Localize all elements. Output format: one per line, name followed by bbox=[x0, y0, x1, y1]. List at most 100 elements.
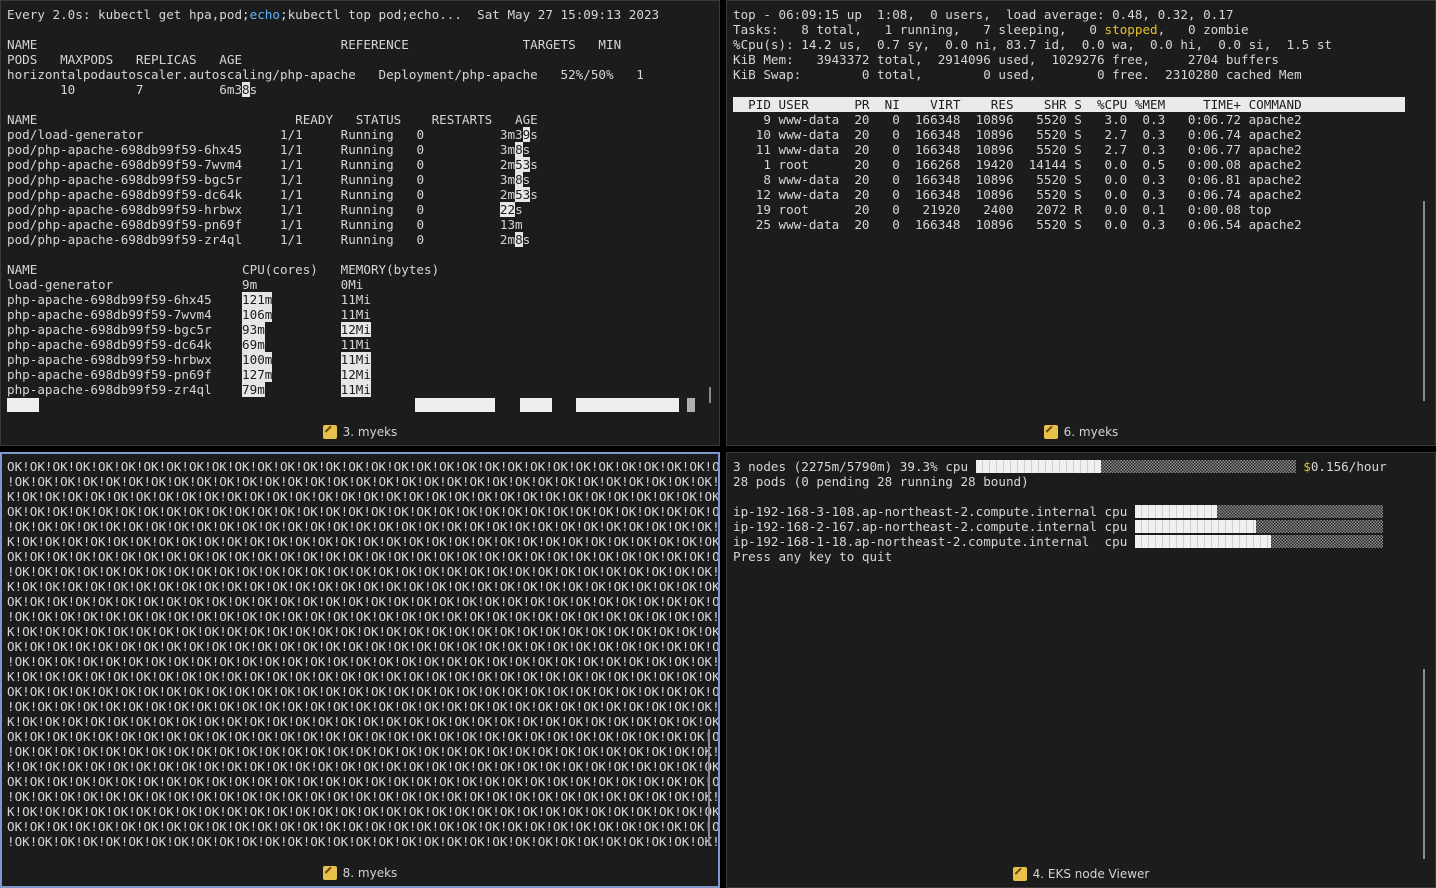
pod-age-highlight: 53 bbox=[515, 187, 531, 202]
pod-restarts: 0 bbox=[416, 232, 425, 247]
ok-line: K!OK!OK!OK!OK!OK!OK!OK!OK!OK!OK!OK!OK!OK… bbox=[7, 579, 720, 594]
ok-line: !OK!OK!OK!OK!OK!OK!OK!OK!OK!OK!OK!OK!OK!… bbox=[7, 519, 720, 534]
node-cpu-bar bbox=[1134, 534, 1383, 549]
node-cpu-label: cpu bbox=[1104, 534, 1128, 549]
hpa-header: NAME REFERENCE TARGETS MIN bbox=[7, 37, 622, 52]
process-row: 25 www-data 20 0 166348 10896 5520 S 0.0… bbox=[733, 217, 1302, 232]
top-pod-cpu: 69m bbox=[242, 337, 265, 352]
node-name: ip-192-168-2-167.ap-northeast-2.compute.… bbox=[733, 519, 1097, 534]
watch-echo: echo bbox=[249, 7, 280, 22]
hpa-row-2-text: 10 7 6m3 bbox=[7, 82, 243, 97]
pod-ready: 1/1 bbox=[279, 187, 303, 202]
ok-line: OK!OK!OK!OK!OK!OK!OK!OK!OK!OK!OK!OK!OK!O… bbox=[7, 729, 720, 744]
pod-ready: 1/1 bbox=[279, 157, 303, 172]
ok-output: OK!OK!OK!OK!OK!OK!OK!OK!OK!OK!OK!OK!OK!O… bbox=[7, 459, 720, 849]
pod-restarts: 0 bbox=[416, 127, 425, 142]
pod-row: pod/php-apache-698db99f59-bgc5r 1/1 Runn… bbox=[7, 172, 659, 187]
top-pod-name: load-generator bbox=[7, 277, 243, 292]
ok-line: OK!OK!OK!OK!OK!OK!OK!OK!OK!OK!OK!OK!OK!O… bbox=[7, 504, 720, 519]
process-row: 8 www-data 20 0 166348 10896 5520 S 0.0 … bbox=[733, 172, 1302, 187]
pod-ready: 1/1 bbox=[279, 127, 303, 142]
top-cpu-line: %Cpu(s): 14.2 us, 0.7 sy, 0.0 ni, 83.7 i… bbox=[733, 37, 1332, 52]
cluster-summary: 3 nodes (2275m/5790m) 39.3% cpu bbox=[733, 459, 976, 474]
top-tasks-line: Tasks: 8 total, 1 running, 7 sleeping, 0… bbox=[733, 22, 1405, 37]
top-swap-line: KiB Swap: 0 total, 0 used, 0 free. 23102… bbox=[733, 67, 1302, 82]
ok-line: OK!OK!OK!OK!OK!OK!OK!OK!OK!OK!OK!OK!OK!O… bbox=[7, 594, 720, 609]
pod-name: pod/php-apache-698db99f59-dc64k bbox=[7, 187, 280, 202]
process-row: 1 root 20 0 166268 19420 14144 S 0.0 0.5… bbox=[733, 157, 1302, 172]
node-cpu-bar bbox=[1134, 519, 1383, 534]
ok-line: K!OK!OK!OK!OK!OK!OK!OK!OK!OK!OK!OK!OK!OK… bbox=[7, 489, 720, 504]
top-pod-mem: 0Mi bbox=[340, 277, 364, 292]
ok-last-line: !OK!OK!OK!OK!OK!OK!OK!OK!OK!OK!OK!OK!OK!… bbox=[7, 834, 720, 849]
node-cpu-label: cpu bbox=[1104, 504, 1128, 519]
pod-age-suffix: s bbox=[522, 142, 531, 157]
scrollbar[interactable] bbox=[708, 729, 710, 846]
ok-line: OK!OK!OK!OK!OK!OK!OK!OK!OK!OK!OK!OK!OK!O… bbox=[7, 684, 720, 699]
top-output: top - 06:09:15 up 1:08, 0 users, load av… bbox=[733, 7, 1405, 232]
top-pod-mem: 11Mi bbox=[340, 292, 371, 307]
terminal-output: Every 2.0s: kubectl get hpa,pod;echo;kub… bbox=[7, 7, 659, 397]
pod-status: Running bbox=[340, 127, 394, 142]
watch-cmd: Every 2.0s: kubectl get hpa,pod; bbox=[7, 7, 250, 22]
pod-row: pod/php-apache-698db99f59-6hx45 1/1 Runn… bbox=[7, 142, 659, 157]
bar-free bbox=[1216, 505, 1383, 518]
ok-line: OK!OK!OK!OK!OK!OK!OK!OK!OK!OK!OK!OK!OK!O… bbox=[7, 459, 720, 474]
node-viewer-output: 3 nodes (2275m/5790m) 39.3% cpu $0.156/h… bbox=[733, 459, 1387, 564]
wrench-icon bbox=[322, 866, 337, 880]
pod-row: pod/php-apache-698db99f59-hrbwx 1/1 Runn… bbox=[7, 202, 659, 217]
top-pod-row: php-apache-698db99f59-6hx45 121m 11Mi bbox=[7, 292, 659, 307]
watch-header-line: Every 2.0s: kubectl get hpa,pod;echo;kub… bbox=[7, 7, 659, 22]
top-pod-cpu: 121m bbox=[242, 292, 273, 307]
ok-line: !OK!OK!OK!OK!OK!OK!OK!OK!OK!OK!OK!OK!OK!… bbox=[7, 474, 720, 489]
top-pod-cpu: 79m bbox=[242, 382, 265, 397]
scrollbar[interactable] bbox=[1423, 669, 1425, 859]
scrollbar[interactable] bbox=[1423, 201, 1425, 401]
node-name: ip-192-168-3-108.ap-northeast-2.compute.… bbox=[733, 504, 1097, 519]
top-pod-mem: 11Mi bbox=[340, 307, 371, 322]
pane-title-bar: 3. myeks bbox=[1, 419, 719, 445]
pane-load-generator[interactable]: OK!OK!OK!OK!OK!OK!OK!OK!OK!OK!OK!OK!OK!O… bbox=[0, 452, 720, 888]
pane-top[interactable]: top - 06:09:15 up 1:08, 0 users, load av… bbox=[726, 0, 1436, 446]
pod-name: pod/php-apache-698db99f59-pn69f bbox=[7, 217, 280, 232]
pod-age-suffix: s bbox=[515, 202, 523, 217]
top-pod-name: php-apache-698db99f59-6hx45 bbox=[7, 292, 243, 307]
pod-age-highlight: 22 bbox=[499, 202, 516, 217]
top-summary-line: top - 06:09:15 up 1:08, 0 users, load av… bbox=[733, 7, 1234, 22]
pod-row: pod/php-apache-698db99f59-zr4ql 1/1 Runn… bbox=[7, 232, 659, 247]
pod-name: pod/load-generator bbox=[7, 127, 280, 142]
ok-rows: OK!OK!OK!OK!OK!OK!OK!OK!OK!OK!OK!OK!OK!O… bbox=[7, 459, 720, 834]
ok-line: !OK!OK!OK!OK!OK!OK!OK!OK!OK!OK!OK!OK!OK!… bbox=[7, 744, 720, 759]
wrench-icon bbox=[1043, 425, 1058, 439]
process-table-header: PID USER PR NI VIRT RES SHR S %CPU %MEM … bbox=[733, 97, 1405, 112]
watch-cmd-rest: ;kubectl top pod;echo... bbox=[279, 7, 462, 22]
ok-line: !OK!OK!OK!OK!OK!OK!OK!OK!OK!OK!OK!OK!OK!… bbox=[7, 609, 720, 624]
top-pod-name: php-apache-698db99f59-dc64k bbox=[7, 337, 243, 352]
highlight-block bbox=[687, 398, 695, 412]
top-pod-cpu: 100m bbox=[242, 352, 273, 367]
ok-line: K!OK!OK!OK!OK!OK!OK!OK!OK!OK!OK!OK!OK!OK… bbox=[7, 804, 720, 819]
top-pod-cpu: 127m bbox=[242, 367, 273, 382]
node-row: ip-192-168-2-167.ap-northeast-2.compute.… bbox=[733, 519, 1387, 534]
ok-line: K!OK!OK!OK!OK!OK!OK!OK!OK!OK!OK!OK!OK!OK… bbox=[7, 714, 720, 729]
process-row: 12 www-data 20 0 166348 10896 5520 S 0.0… bbox=[733, 187, 1302, 202]
wrench-icon bbox=[322, 425, 337, 439]
bar-free bbox=[1256, 520, 1383, 533]
quit-hint: Press any key to quit bbox=[733, 549, 893, 564]
pod-name: pod/php-apache-698db99f59-hrbwx bbox=[7, 202, 280, 217]
pod-ready: 1/1 bbox=[279, 232, 303, 247]
pod-status: Running bbox=[340, 142, 394, 157]
scrollbar[interactable] bbox=[709, 387, 711, 403]
pod-status: Running bbox=[340, 217, 394, 232]
pod-row: pod/load-generator 1/1 Running 0 3m39s bbox=[7, 127, 659, 142]
ok-last-text: !OK!OK!OK!OK!OK!OK!OK!OK!OK!OK!OK!OK!OK!… bbox=[7, 834, 720, 849]
process-row: 10 www-data 20 0 166348 10896 5520 S 2.7… bbox=[733, 127, 1302, 142]
ok-line: !OK!OK!OK!OK!OK!OK!OK!OK!OK!OK!OK!OK!OK!… bbox=[7, 699, 720, 714]
bar-free bbox=[1101, 460, 1296, 473]
top-pod-name: php-apache-698db99f59-pn69f bbox=[7, 367, 243, 382]
top-pod-row: php-apache-698db99f59-hrbwx 100m 11Mi bbox=[7, 352, 659, 367]
node-row: ip-192-168-3-108.ap-northeast-2.compute.… bbox=[733, 504, 1387, 519]
pod-age: 3m bbox=[499, 142, 516, 157]
pane-eks-node-viewer[interactable]: 3 nodes (2275m/5790m) 39.3% cpu $0.156/h… bbox=[726, 452, 1436, 888]
pane-watch-kubectl[interactable]: Every 2.0s: kubectl get hpa,pod;echo;kub… bbox=[0, 0, 720, 446]
